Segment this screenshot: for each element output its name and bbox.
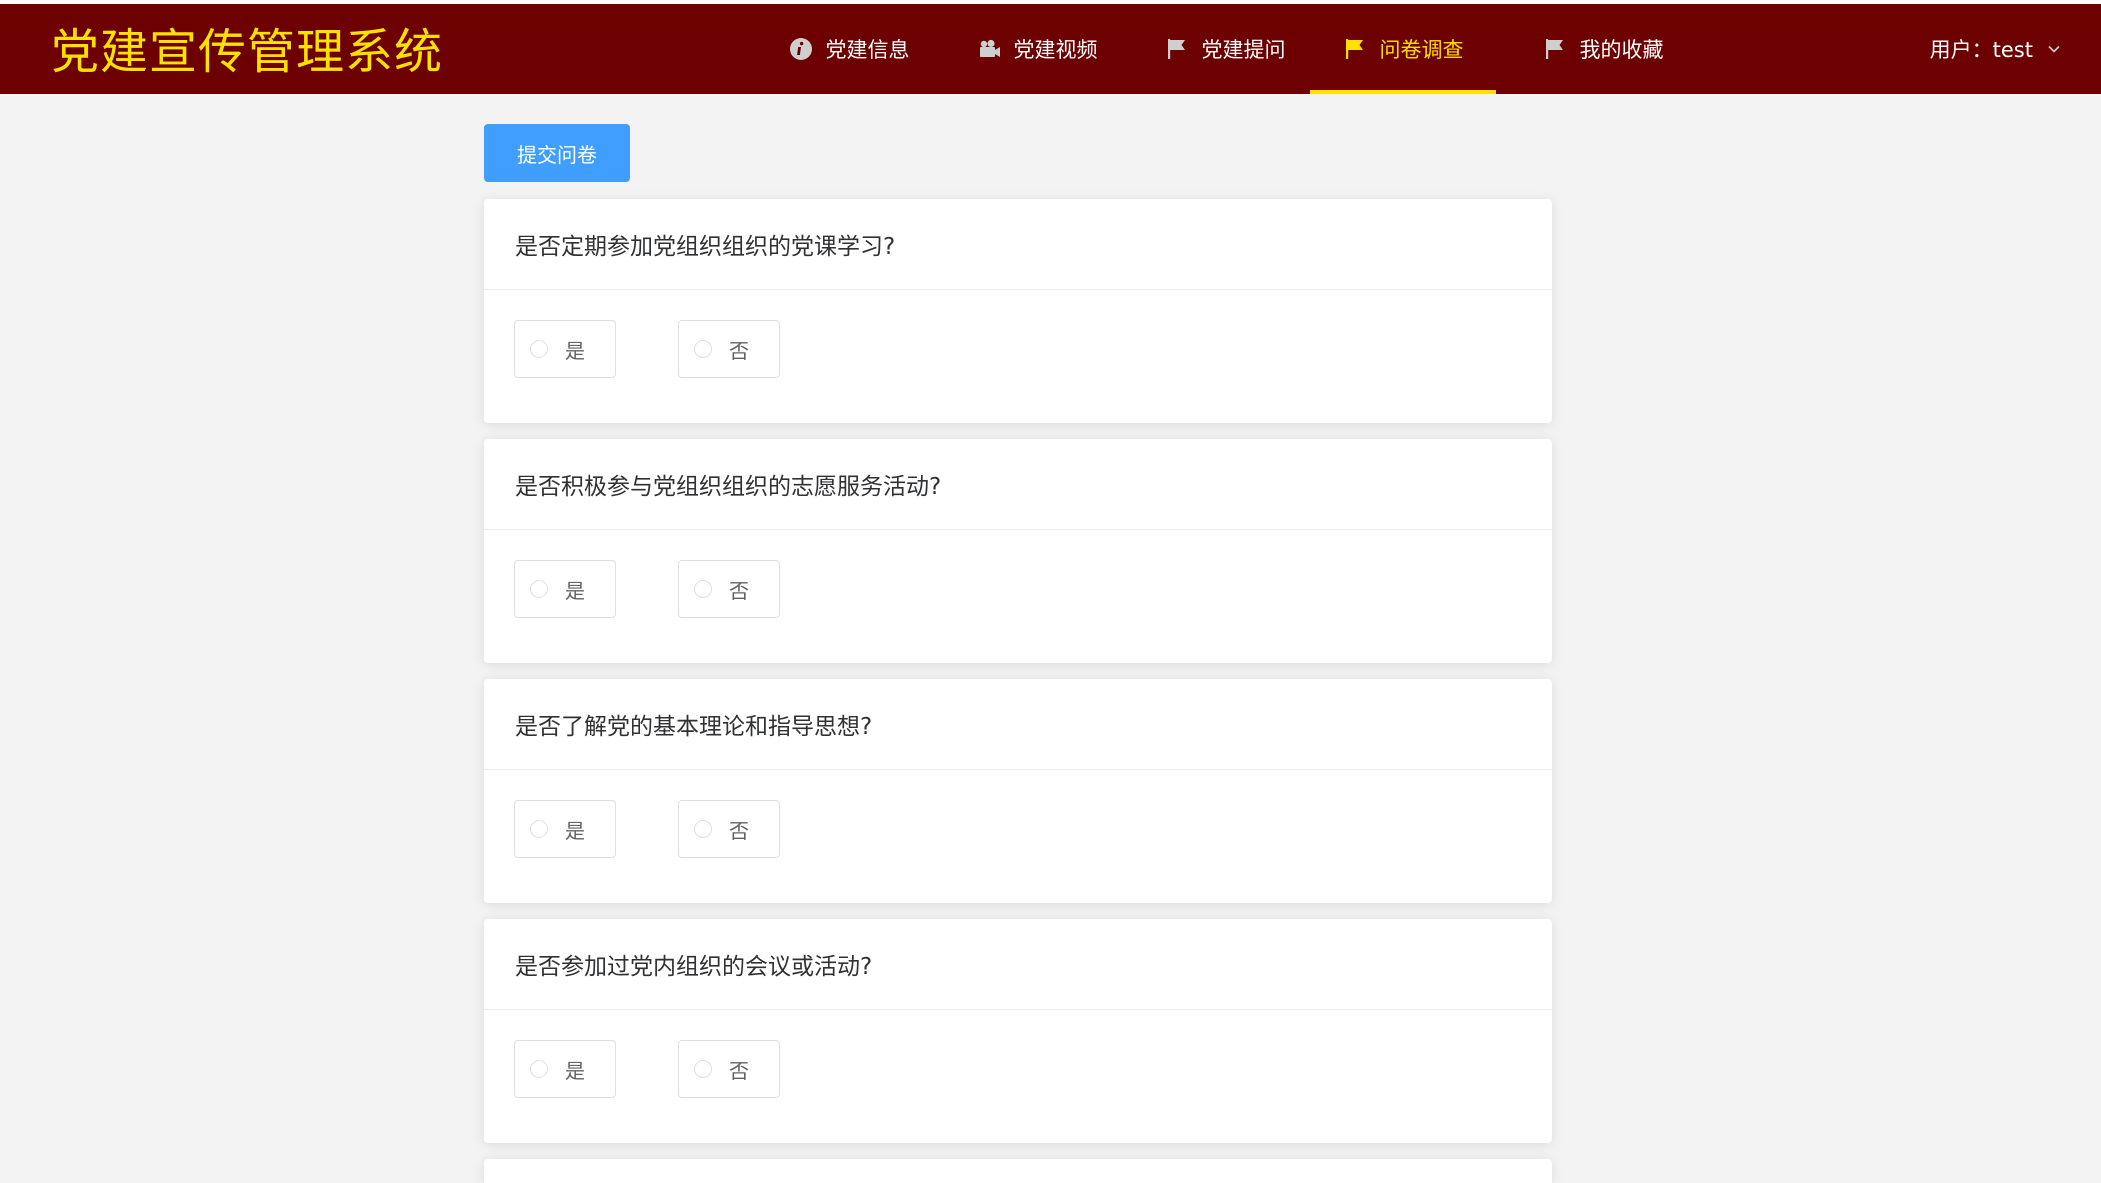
option-label: 是 — [565, 818, 585, 843]
question-card: 是否了解党的基本理论和指导思想? 是 否 — [484, 679, 1552, 903]
nav-item-label: 党建视频 — [1013, 38, 1098, 62]
question-text: 是否参加过党内组织的会议或活动? — [484, 919, 1552, 1010]
option-label: 否 — [729, 818, 749, 843]
option-yes[interactable]: 是 — [514, 560, 616, 618]
radio-circle-icon — [694, 1060, 712, 1078]
option-yes[interactable]: 是 — [514, 320, 616, 378]
option-label: 否 — [729, 578, 749, 603]
radio-circle-icon — [530, 580, 548, 598]
option-label: 是 — [565, 578, 585, 603]
question-card-partial — [484, 1159, 1552, 1183]
user-label: 用户：test — [1929, 38, 2033, 62]
top-navbar: 党建宣传管理系统 党建信息 党建视频 党建提问 问卷调查 我的收藏 用户：tes… — [0, 4, 2101, 94]
question-card: 是否定期参加党组织组织的党课学习? 是 否 — [484, 199, 1552, 423]
question-card: 是否积极参与党组织组织的志愿服务活动? 是 否 — [484, 439, 1552, 663]
radio-circle-icon — [530, 820, 548, 838]
option-yes[interactable]: 是 — [514, 800, 616, 858]
radio-circle-icon — [530, 340, 548, 358]
radio-circle-icon — [694, 340, 712, 358]
question-options: 是 否 — [484, 530, 1552, 663]
option-label: 否 — [729, 338, 749, 363]
question-card: 是否参加过党内组织的会议或活动? 是 否 — [484, 919, 1552, 1143]
nav-item-label: 党建提问 — [1201, 38, 1286, 62]
option-no[interactable]: 否 — [678, 1040, 780, 1098]
nav-item-label: 党建信息 — [825, 38, 910, 62]
question-options: 是 否 — [484, 290, 1552, 423]
nav-item-my-favorites[interactable]: 我的收藏 — [1528, 4, 1678, 94]
question-text: 是否了解党的基本理论和指导思想? — [484, 679, 1552, 770]
option-no[interactable]: 否 — [678, 560, 780, 618]
radio-circle-icon — [694, 580, 712, 598]
submit-questionnaire-button[interactable]: 提交问卷 — [484, 124, 630, 182]
user-menu[interactable]: 用户：test — [1930, 4, 2061, 94]
question-text: 是否定期参加党组织组织的党课学习? — [484, 199, 1552, 290]
radio-circle-icon — [530, 1060, 548, 1078]
question-options: 是 否 — [484, 1010, 1552, 1143]
question-options: 是 否 — [484, 770, 1552, 903]
video-camera-icon — [979, 39, 1000, 57]
flag-icon — [1545, 39, 1563, 59]
info-icon — [789, 38, 812, 60]
option-label: 是 — [565, 338, 585, 363]
nav-item-party-video[interactable]: 党建视频 — [962, 4, 1112, 94]
nav-item-label: 问卷调查 — [1379, 38, 1464, 62]
radio-circle-icon — [694, 820, 712, 838]
option-yes[interactable]: 是 — [514, 1040, 616, 1098]
flag-icon — [1345, 39, 1363, 59]
nav-item-questionnaire[interactable]: 问卷调查 — [1310, 4, 1496, 94]
option-no[interactable]: 否 — [678, 800, 780, 858]
option-label: 否 — [729, 1058, 749, 1083]
option-no[interactable]: 否 — [678, 320, 780, 378]
nav-item-label: 我的收藏 — [1579, 38, 1664, 62]
nav-item-party-question[interactable]: 党建提问 — [1150, 4, 1300, 94]
option-label: 是 — [565, 1058, 585, 1083]
app-title: 党建宣传管理系统 — [51, 24, 444, 80]
flag-icon — [1167, 39, 1185, 59]
nav-item-party-info[interactable]: 党建信息 — [774, 4, 924, 94]
question-text: 是否积极参与党组织组织的志愿服务活动? — [484, 439, 1552, 530]
chevron-down-icon — [2048, 45, 2060, 53]
